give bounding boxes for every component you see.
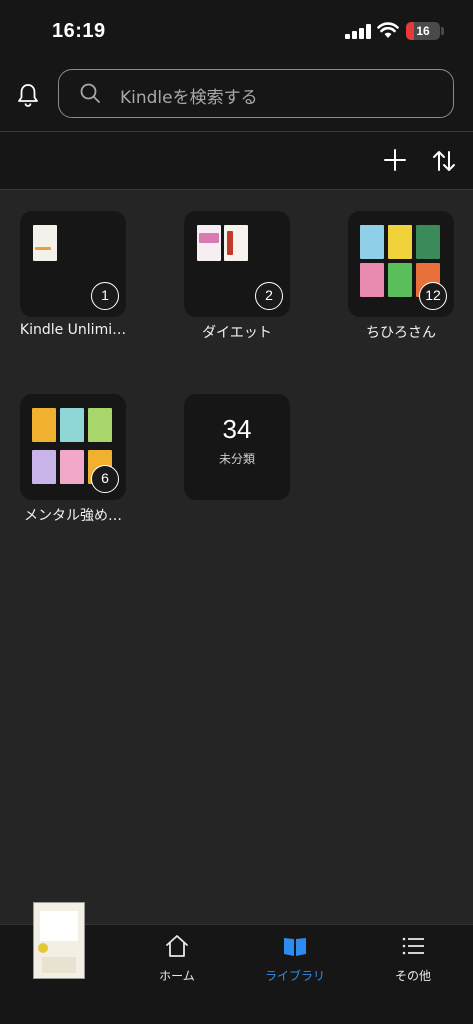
- search-placeholder: Kindleを検索する: [120, 88, 258, 108]
- nav-label: ホーム: [159, 969, 195, 983]
- book-cover: [32, 450, 56, 484]
- book-cover: [60, 408, 84, 442]
- header: 16:19 16 Kindleを検索する: [0, 0, 473, 132]
- book-cover: [360, 225, 384, 259]
- search-input[interactable]: Kindleを検索する: [58, 69, 454, 118]
- home-icon: [166, 935, 188, 957]
- book-icon: [284, 938, 306, 956]
- sort-icon[interactable]: [430, 147, 458, 175]
- search-icon: [80, 83, 100, 103]
- book-cover-art: [227, 231, 233, 255]
- book-cover: [32, 408, 56, 442]
- collection-chihiro[interactable]: 12: [348, 211, 454, 317]
- book-cover: [360, 263, 384, 297]
- collection-label: メンタル強め…: [24, 508, 122, 524]
- status-bar: 16:19 16: [0, 0, 473, 62]
- collection-mental[interactable]: 6: [20, 394, 126, 500]
- book-cover-art: [199, 233, 219, 243]
- nav-library[interactable]: ライブラリ: [245, 925, 345, 995]
- collection-label: Kindle Unlimi…: [19, 322, 127, 338]
- collection-label: ちひろさん: [366, 325, 436, 341]
- book-cover: [416, 225, 440, 259]
- book-cover-title-area: [40, 911, 78, 941]
- nav-label: ライブラリ: [264, 969, 325, 983]
- book-cover-sticker: [38, 943, 48, 953]
- nav-home[interactable]: ホーム: [127, 925, 227, 995]
- uncategorized-count: 34: [222, 414, 252, 444]
- menu-icon: [402, 937, 424, 955]
- book-cover-art: [42, 957, 76, 973]
- battery-level: 16: [416, 24, 430, 38]
- bell-icon[interactable]: [15, 82, 41, 108]
- book-cover: [88, 408, 112, 442]
- book-cover-stripe: [35, 247, 51, 250]
- status-time: 16:19: [52, 20, 106, 42]
- book-cover: [388, 263, 412, 297]
- battery-icon: 16: [406, 22, 440, 40]
- wifi-icon: [377, 22, 399, 38]
- nav-more[interactable]: その他: [363, 925, 463, 995]
- collection-count-badge: 2: [255, 282, 283, 310]
- collection-count-badge: 12: [419, 282, 447, 310]
- signal-icon: [345, 23, 371, 39]
- collection-diet[interactable]: 2: [184, 211, 290, 317]
- collection-count-badge: 1: [91, 282, 119, 310]
- uncategorized-label: 未分類: [218, 452, 255, 466]
- toolbar: [0, 132, 473, 190]
- collection-kindle-unlimited[interactable]: 1: [20, 211, 126, 317]
- collection-count-badge: 6: [91, 465, 119, 493]
- book-cover: [388, 225, 412, 259]
- current-book-cover[interactable]: [33, 902, 85, 979]
- book-cover: [33, 225, 57, 261]
- collection-label: ダイエット: [202, 325, 272, 341]
- nav-label: その他: [394, 969, 431, 983]
- book-cover: [60, 450, 84, 484]
- battery-cap: [441, 27, 444, 35]
- collection-uncategorized[interactable]: 34 未分類: [184, 394, 290, 500]
- book-cover: [197, 225, 221, 261]
- plus-icon[interactable]: [382, 147, 408, 173]
